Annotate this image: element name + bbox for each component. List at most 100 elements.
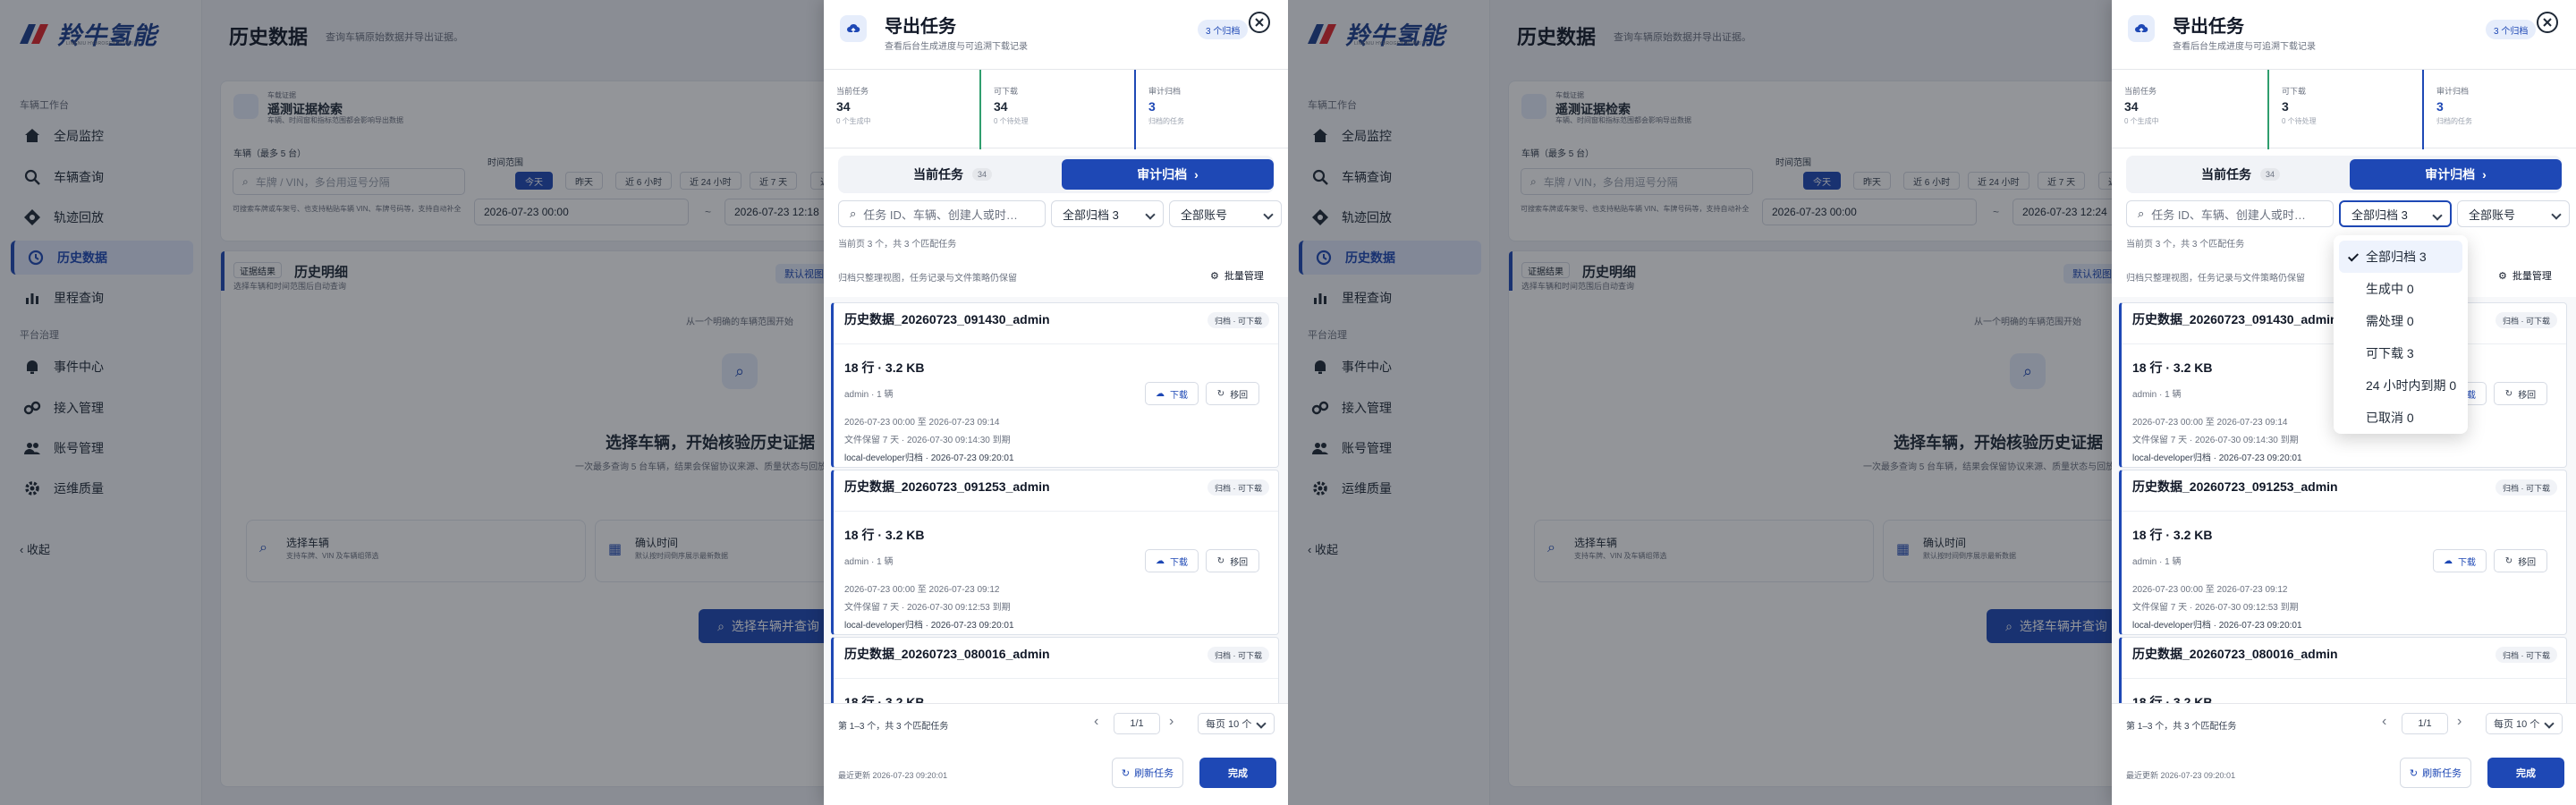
next-page-button[interactable]: › [1169,714,1174,730]
overlay-mask[interactable] [0,0,824,805]
restore-button[interactable]: ↻ 移回 [1206,549,1259,572]
chevron-down-icon [1145,209,1156,220]
drawer-title: 导出任务 [2173,17,2244,37]
dropdown-option-needs-action[interactable]: 需处理 0 [2339,305,2462,337]
dropdown-option-downloadable[interactable]: 可下载 3 [2339,337,2462,369]
dropdown-option-generating[interactable]: 生成中 0 [2339,273,2462,305]
dropdown-option-expiring-24h[interactable]: 24 小时内到期 0 [2339,369,2462,402]
stat-archived: 审计归档 3 归档的任务 [2422,70,2576,149]
close-icon [1255,18,1264,27]
archive-status-filter[interactable]: 全部归档 3 [2339,200,2452,227]
close-icon [2543,18,2552,27]
archive-note: 归档只整理视图，任务记录与文件策略仍保留 [838,274,1017,284]
status-badge: 归档 · 可下载 [1208,647,1269,663]
cloud-download-icon: ☁ [1156,388,1165,399]
status-badge: 归档 · 可下载 [2496,312,2557,328]
prev-page-button[interactable]: ‹ [1094,714,1098,730]
stat-current: 当前任务 34 0 个生成中 [2124,87,2159,125]
screen-left: 羚牛氢能 LINGNIU HYDROGEN MOBILITY 车辆工作台 全局监… [0,0,1288,805]
search-icon: ⌕ [850,207,857,220]
cloud-download-icon: ☁ [2444,555,2453,566]
task-search-input[interactable]: ⌕ 任务 ID、车辆、创建人或时… [838,200,1046,227]
stat-downloadable: 可下载 3 0 个待处理 [2267,70,2422,149]
refresh-icon: ↻ [2504,388,2513,399]
page-size-select[interactable]: 每页 10 个 [2486,713,2563,734]
list-item: 历史数据_20260723_091253_admin 归档 · 可下载 18 行… [2119,470,2567,635]
tab-audit-archive[interactable]: 审计归档 › [2350,159,2562,190]
last-updated: 最近更新 2026-07-23 09:20:01 [838,771,948,780]
page-indicator: 1/1 [1114,713,1160,734]
status-badge: 归档 · 可下载 [2496,647,2557,663]
restore-button[interactable]: ↻ 移回 [1206,382,1259,405]
restore-button[interactable]: ↻ 移回 [2494,549,2547,572]
batch-manage-button[interactable]: ⚙ 批量管理 [1210,268,1264,283]
download-button[interactable]: ☁下载 [1145,549,1199,572]
archive-count-badge: 3 个归档 [1198,20,1249,39]
drawer-title: 导出任务 [885,17,956,37]
chevron-down-icon [2432,210,2443,221]
chevron-down-icon [1263,209,1274,220]
status-badge: 归档 · 可下载 [2496,479,2557,496]
refresh-icon: ↻ [1216,388,1225,399]
cloud-upload-icon [2128,15,2155,42]
pagination-summary: 第 1–3 个，共 3 个匹配任务 [2126,722,2237,732]
overlay-mask[interactable] [1288,0,2112,805]
next-page-button[interactable]: › [2457,714,2462,730]
stat-downloadable: 可下载 34 0 个待处理 [979,70,1134,149]
refresh-tasks-button[interactable]: ↻ 刷新任务 [1112,758,1183,788]
status-badge: 归档 · 可下载 [1208,479,1269,496]
archive-list: 历史数据_20260723_091430_admin 归档 · 可下载 18 行… [824,297,1288,703]
download-button[interactable]: ☁下载 [1145,382,1199,405]
cloud-upload-icon [840,15,867,42]
list-item: 历史数据_20260723_080016_admin 归档 · 可下载 18 行… [2119,637,2567,703]
account-filter[interactable]: 全部账号 [2457,200,2570,227]
prev-page-button[interactable]: ‹ [2382,714,2386,730]
batch-manage-button[interactable]: ⚙ 批量管理 [2498,268,2552,283]
dropdown-option-cancelled[interactable]: 已取消 0 [2339,402,2462,434]
cloud-download-icon: ☁ [1156,555,1165,566]
check-icon [2347,250,2360,262]
chevron-down-icon [1256,718,1267,729]
stats-row: 当前任务 34 0 个生成中 可下载 34 0 个待处理 审计归档 3 归档的任务 [824,69,1288,149]
archive-status-dropdown: 全部归档 3 生成中 0 需处理 0 可下载 3 24 小时内到期 0 已取消 … [2334,235,2468,434]
page-indicator: 1/1 [2402,713,2448,734]
list-item: 历史数据_20260723_080016_admin 归档 · 可下载 18 行… [831,637,1279,703]
drawer-subtitle: 查看后台生成进度与可追溯下载记录 [2173,42,2316,52]
close-button[interactable] [1249,12,1270,33]
archive-status-filter[interactable]: 全部归档 3 [1051,200,1164,227]
tab-current-tasks[interactable]: 当前任务 34 [2133,159,2348,190]
refresh-tasks-button[interactable]: ↻ 刷新任务 [2400,758,2471,788]
chevron-right-icon: › [2482,167,2487,182]
last-updated: 最近更新 2026-07-23 09:20:01 [2126,771,2236,780]
download-button[interactable]: ☁下载 [2433,549,2487,572]
chevron-down-icon [2544,718,2555,729]
account-filter[interactable]: 全部账号 [1169,200,1282,227]
stat-current: 当前任务 34 0 个生成中 [836,87,871,125]
refresh-icon: ↻ [1216,555,1225,566]
done-button[interactable]: 完成 [1199,758,1276,788]
dropdown-option-all-archived[interactable]: 全部归档 3 [2339,241,2462,273]
list-item: 历史数据_20260723_091253_admin 归档 · 可下载 18 行… [831,470,1279,635]
done-button[interactable]: 完成 [2487,758,2564,788]
stats-row: 当前任务 34 0 个生成中 可下载 3 0 个待处理 审计归档 3 归档的任务 [2112,69,2576,149]
archive-count-badge: 3 个归档 [2486,20,2537,39]
list-item: 历史数据_20260723_091430_admin 归档 · 可下载 18 行… [831,302,1279,468]
result-hint: 当前页 3 个，共 3 个匹配任务 [838,240,957,250]
chevron-down-icon [2551,209,2562,220]
page-size-select[interactable]: 每页 10 个 [1198,713,1275,734]
tab-audit-archive[interactable]: 审计归档 › [1062,159,1274,190]
gear-icon: ⚙ [2498,270,2507,282]
restore-button[interactable]: ↻ 移回 [2494,382,2547,405]
refresh-icon: ↻ [2504,555,2513,566]
search-icon: ⌕ [2138,207,2145,220]
export-drawer: 导出任务 查看后台生成进度与可追溯下载记录 3 个归档 当前任务 34 0 个生成中… [824,0,1288,805]
task-tabs: 当前任务 34 审计归档 › [2126,156,2562,193]
close-button[interactable] [2537,12,2558,33]
archive-note: 归档只整理视图，任务记录与文件策略仍保留 [2126,274,2305,284]
result-hint: 当前页 3 个，共 3 个匹配任务 [2126,240,2245,250]
tab-current-tasks[interactable]: 当前任务 34 [845,159,1060,190]
task-search-input[interactable]: ⌕ 任务 ID、车辆、创建人或时… [2126,200,2334,227]
stat-archived: 审计归档 3 归档的任务 [1134,70,1288,149]
gear-icon: ⚙ [1210,270,1219,282]
task-tabs: 当前任务 34 审计归档 › [838,156,1274,193]
